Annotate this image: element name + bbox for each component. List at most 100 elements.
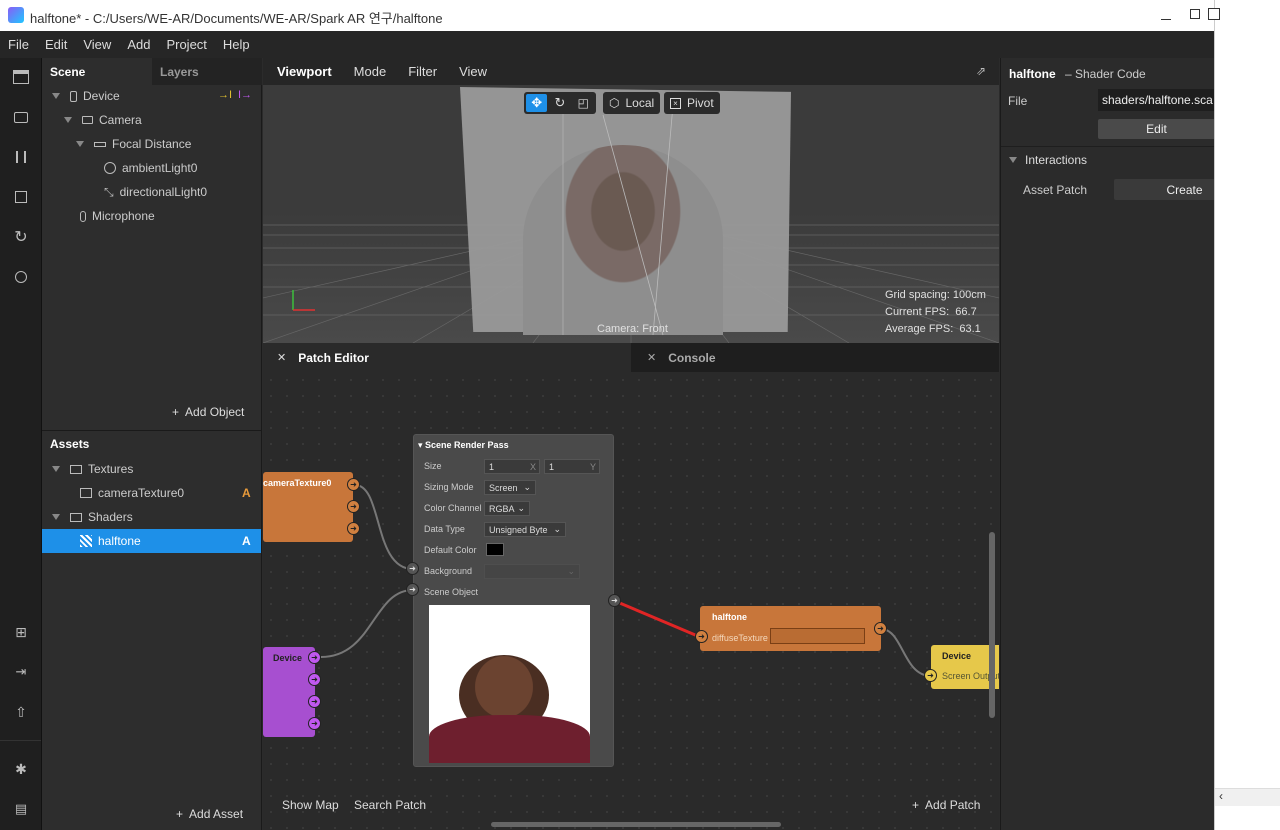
vertical-scrollbar[interactable] (989, 532, 995, 718)
show-map-button[interactable]: Show Map (282, 798, 339, 812)
menu-help[interactable]: Help (215, 37, 258, 52)
expand-icon[interactable] (76, 141, 84, 147)
create-button[interactable]: Create (1114, 179, 1214, 200)
insert-icon[interactable]: →I (218, 89, 232, 101)
video-icon[interactable] (10, 106, 32, 128)
port-label: diffuseTexture (712, 633, 768, 643)
import-device-icon[interactable]: ⇥ (10, 661, 32, 683)
transform-toolbar: ✥ ↻ ◰ (524, 92, 596, 114)
new-asset-icon[interactable]: ⊞ (10, 621, 32, 643)
scroll-left-icon[interactable]: ‹ (1215, 788, 1280, 806)
asset-folder-shaders[interactable]: Shaders (52, 505, 133, 529)
diffuse-texture-select[interactable] (770, 628, 865, 644)
menu-project[interactable]: Project (158, 37, 214, 52)
tree-item-ambient-light[interactable]: ambientLight0 (104, 156, 197, 180)
expand-icon[interactable] (52, 514, 60, 520)
maximize-icon[interactable] (1190, 9, 1200, 19)
tab-view[interactable]: View (459, 64, 487, 79)
close-icon[interactable]: ✕ (277, 351, 286, 364)
output-port[interactable]: ➜ (347, 522, 360, 535)
search-patch-button[interactable]: Search Patch (354, 798, 426, 812)
output-port-texture[interactable]: ➜ (608, 594, 621, 607)
output-port[interactable]: ➜ (308, 717, 321, 730)
expand-icon[interactable] (64, 117, 72, 123)
tree-item-directional-light[interactable]: ⤡ directionalLight0 (104, 180, 207, 204)
background-select[interactable]: ⌄ (484, 564, 580, 579)
tab-console[interactable]: ✕ Console (633, 343, 999, 372)
input-port[interactable]: ➜ (924, 669, 937, 682)
add-object-button[interactable]: + Add Object (172, 405, 244, 419)
sizing-mode-label: Sizing Mode (424, 482, 474, 492)
scene-render-pass-node[interactable]: ▾ Scene Render Pass Size 1X 1Y Sizing Mo… (413, 434, 614, 767)
data-type-select[interactable]: Unsigned Byte ⌄ (484, 522, 566, 537)
tree-item-device[interactable]: Device (52, 84, 120, 108)
output-port[interactable]: ➜ (874, 622, 887, 635)
input-port-background[interactable]: ➜ (406, 562, 419, 575)
tree-item-focal-distance[interactable]: Focal Distance (76, 132, 191, 156)
asset-folder-textures[interactable]: Textures (52, 457, 133, 481)
add-patch-button[interactable]: + Add Patch (912, 798, 980, 812)
restore-icon[interactable] (1208, 8, 1220, 20)
viewport[interactable]: ✥ ↻ ◰ ⬡ Local × Pivot Camera: Front Grid… (263, 85, 999, 343)
tab-scene[interactable]: Scene (42, 58, 152, 85)
menu-add[interactable]: Add (119, 37, 158, 52)
size-x-field[interactable]: 1X (484, 459, 540, 474)
background-window: ‹ (1208, 0, 1280, 830)
expand-icon[interactable] (1009, 157, 1017, 163)
move-icon[interactable]: ✥ (526, 94, 548, 112)
input-port[interactable]: ➜ (695, 630, 708, 643)
edit-button[interactable]: Edit (1098, 119, 1214, 139)
rotate-icon[interactable]: ↻ (549, 94, 570, 112)
asset-camera-texture[interactable]: cameraTexture0 (80, 481, 184, 505)
pause-icon[interactable] (10, 146, 32, 168)
output-port[interactable]: ➜ (347, 478, 360, 491)
size-y-field[interactable]: 1Y (544, 459, 600, 474)
tree-item-camera[interactable]: Camera (64, 108, 142, 132)
plus-icon: + (176, 807, 184, 821)
tab-mode[interactable]: Mode (354, 64, 387, 79)
menu-view[interactable]: View (75, 37, 119, 52)
input-port-scene-object[interactable]: ➜ (406, 583, 419, 596)
docs-icon[interactable]: ▤ (10, 798, 32, 820)
sizing-mode-select[interactable]: Screen ⌄ (484, 480, 536, 495)
asset-halftone[interactable]: halftone (80, 529, 141, 553)
horizontal-scrollbar[interactable] (491, 822, 781, 827)
layout-icon[interactable] (10, 66, 32, 88)
expand-icon[interactable] (52, 93, 60, 99)
tab-viewport[interactable]: Viewport (277, 64, 332, 79)
popout-icon[interactable]: ⇗ (976, 64, 986, 78)
output-port[interactable]: ➜ (308, 651, 321, 664)
camera-texture-node[interactable]: cameraTexture0 (263, 472, 353, 542)
output-port[interactable]: ➜ (308, 695, 321, 708)
upload-icon[interactable]: ⇧ (10, 701, 32, 723)
scale-icon[interactable]: ◰ (573, 94, 594, 112)
stop-icon[interactable] (10, 186, 32, 208)
default-color-swatch[interactable] (486, 543, 504, 556)
output-port[interactable]: ➜ (347, 500, 360, 513)
insert-patch-icon[interactable]: I→ (238, 89, 252, 101)
halftone-node[interactable]: halftone diffuseTexture (700, 606, 881, 651)
color-channel-select[interactable]: RGBA ⌄ (484, 501, 530, 516)
minimize-icon[interactable] (1161, 8, 1171, 20)
search-icon[interactable] (10, 266, 32, 288)
file-field[interactable]: shaders/halftone.sca (1098, 89, 1214, 111)
close-icon[interactable]: ✕ (647, 351, 656, 364)
bug-icon[interactable]: ✱ (10, 758, 32, 780)
output-port[interactable]: ➜ (308, 673, 321, 686)
tab-filter[interactable]: Filter (408, 64, 437, 79)
interactions-section[interactable]: Interactions (1009, 153, 1087, 167)
tab-patch-editor[interactable]: ✕ Patch Editor (263, 343, 631, 372)
patch-editor-canvas[interactable]: cameraTexture0 ➜ ➜ ➜ Device ➜ ➜ ➜ ➜ ▾ Sc… (263, 372, 999, 830)
asset-halftone-selected[interactable] (42, 529, 261, 553)
add-asset-button[interactable]: + Add Asset (176, 807, 243, 821)
local-toggle[interactable]: ⬡ Local (603, 92, 660, 114)
grid-spacing: Grid spacing: 100cm (885, 289, 986, 301)
refresh-icon[interactable]: ↻ (10, 226, 32, 248)
expand-icon[interactable] (52, 466, 60, 472)
menu-file[interactable]: File (0, 37, 37, 52)
tab-layers[interactable]: Layers (152, 58, 262, 85)
tree-item-microphone[interactable]: Microphone (80, 204, 155, 228)
asset-badge: A (242, 486, 251, 500)
menu-edit[interactable]: Edit (37, 37, 75, 52)
pivot-toggle[interactable]: × Pivot (664, 92, 720, 114)
